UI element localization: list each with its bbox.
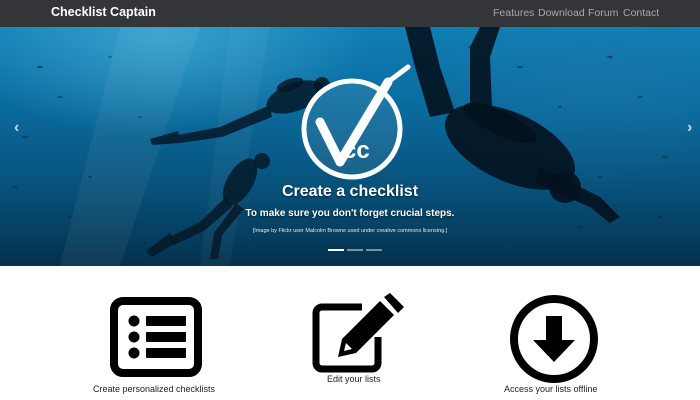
feature-label-offline: Access your lists offline [504, 384, 598, 394]
carousel-indicator-2[interactable] [347, 249, 363, 251]
carousel-indicator-3[interactable] [366, 249, 382, 251]
carousel-prev-arrow-icon[interactable]: ‹ [14, 119, 19, 137]
list-icon [110, 297, 202, 377]
nav-link-features[interactable]: Features [493, 7, 534, 19]
nav-link-download[interactable]: Download [538, 7, 585, 19]
nav-link-forum[interactable]: Forum [588, 7, 618, 19]
download-icon [510, 295, 598, 383]
edit-icon [312, 293, 404, 373]
carousel-caption-title: Create a checklist [281, 183, 419, 200]
carousel-indicator-1[interactable] [328, 249, 344, 251]
navbar: Checklist Captain Features Download Foru… [0, 0, 700, 27]
svg-text:cc: cc [343, 137, 370, 164]
feature-label-edit: Edit your lists [327, 374, 381, 384]
hero-carousel: cc ‹ › Create a checklist To make sure y… [0, 27, 700, 266]
brand-link[interactable]: Checklist Captain [51, 5, 156, 19]
nav-link-contact[interactable]: Contact [623, 7, 659, 19]
carousel-next-arrow-icon[interactable]: › [687, 119, 692, 137]
carousel-caption-subtitle: To make sure you don't forget crucial st… [245, 208, 455, 219]
carousel-image-credit: [Image by Flickr user Malcolm Browne use… [252, 228, 448, 234]
feature-label-create: Create personalized checklists [93, 384, 216, 394]
